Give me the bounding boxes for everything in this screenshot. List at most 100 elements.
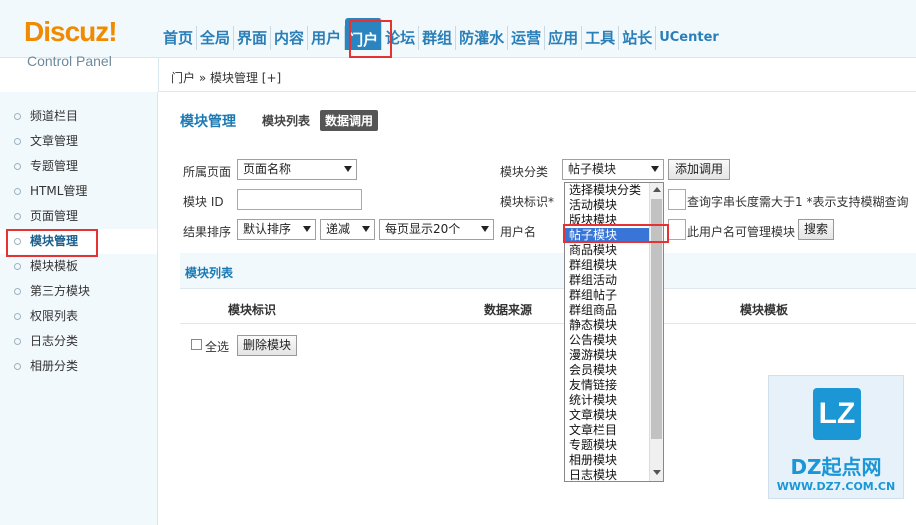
sub-tabs: 模块管理 模块列表 数据调用 (180, 110, 388, 131)
sidebar-item-4[interactable]: 页面管理 (0, 204, 157, 229)
perpage-select-value: 每页显示20个 (385, 222, 461, 236)
chevron-down-icon (344, 166, 352, 172)
nav-item-10[interactable]: 应用 (545, 26, 583, 50)
bullet-icon (14, 113, 21, 120)
sidebar-item-label: 第三方模块 (30, 284, 91, 298)
perpage-select[interactable]: 每页显示20个 (379, 219, 494, 240)
bullet-icon (14, 263, 21, 270)
sidebar-item-label: 文章管理 (30, 134, 79, 148)
category-label: 模块分类 (500, 165, 549, 179)
bullet-icon (14, 188, 21, 195)
sort-select[interactable]: 默认排序 (237, 219, 316, 240)
header: Discuz! 首页 全局 界面 内容 用户 门户 论坛 群组 防灌水 运营 应用 工具 站长 UCent… (0, 0, 916, 58)
bullet-icon (14, 163, 21, 170)
page-title: 模块管理 (180, 113, 236, 130)
col-data-source: 数据来源 (484, 303, 533, 317)
page-label: 所属页面 (183, 165, 232, 179)
sort-select-value: 默认排序 (243, 222, 292, 236)
sidebar-item-2[interactable]: 专题管理 (0, 154, 157, 179)
nav-item-12[interactable]: 站长 (619, 26, 657, 50)
top-nav: 首页 全局 界面 内容 用户 门户 论坛 群组 防灌水 运营 应用 工具 站长 UCenter (160, 18, 722, 50)
add-call-button[interactable]: 添加调用 (668, 159, 730, 180)
nav-item-2[interactable]: 界面 (234, 26, 272, 50)
bullet-icon (14, 288, 21, 295)
scroll-down-icon[interactable] (653, 470, 661, 475)
category-select[interactable]: 帖子模块 (562, 159, 664, 180)
nav-item-1[interactable]: 全局 (197, 26, 235, 50)
chevron-down-icon (481, 226, 489, 232)
id-label: 模块 ID (183, 195, 224, 209)
discuz-logo[interactable]: Discuz! (0, 0, 158, 57)
sidebar-item-label: HTML管理 (30, 184, 88, 198)
page-select[interactable]: 页面名称 (237, 159, 357, 180)
sidebar-item-label: 权限列表 (30, 309, 79, 323)
bullet-icon (14, 338, 21, 345)
watermark-logo: LZ (813, 388, 861, 440)
watermark: LZ DZ起点网 WWW.DZ7.COM.CN (768, 375, 904, 499)
user-input[interactable] (668, 219, 686, 240)
select-all-label: 全选 (205, 340, 230, 354)
sidebar-item-label: 相册分类 (30, 359, 79, 373)
sidebar-item-label: 频道栏目 (30, 109, 79, 123)
sidebar-item-8[interactable]: 权限列表 (0, 304, 157, 329)
select-all-checkbox[interactable] (191, 339, 202, 350)
nav-item-4[interactable]: 用户 (308, 26, 346, 50)
brand-name: Discuz! (24, 16, 118, 47)
sidebar-item-3[interactable]: HTML管理 (0, 179, 157, 204)
sidebar-item-10[interactable]: 相册分类 (0, 354, 157, 379)
nav-item-8[interactable]: 防灌水 (456, 26, 509, 50)
nav-item-3[interactable]: 内容 (271, 26, 309, 50)
tab-module-list[interactable]: 模块列表 (262, 112, 310, 129)
sidebar-item-6[interactable]: 模块模板 (0, 254, 157, 279)
user-hint: 此用户名可管理模块 (687, 225, 796, 239)
delete-module-button[interactable]: 删除模块 (237, 335, 297, 356)
sidebar-item-label: 专题管理 (30, 159, 79, 173)
table-divider (180, 323, 916, 324)
order-select-value: 递减 (326, 222, 351, 236)
nav-item-11[interactable]: 工具 (582, 26, 620, 50)
search-hint: 查询字串长度需大于1 *表示支持模糊查询 (687, 195, 909, 209)
nav-item-9[interactable]: 运营 (508, 26, 546, 50)
sidebar-item-label: 模块模板 (30, 259, 79, 273)
category-select-value: 帖子模块 (568, 162, 617, 176)
user-label: 用户名 (500, 225, 537, 239)
chevron-down-icon (651, 166, 659, 172)
bullet-icon (14, 363, 21, 370)
chevron-down-icon (362, 226, 370, 232)
sidebar-item-1[interactable]: 文章管理 (0, 129, 157, 154)
bullet-icon (14, 313, 21, 320)
mark-label: 模块标识* (500, 195, 555, 209)
sort-label: 结果排序 (183, 225, 232, 239)
watermark-url: WWW.DZ7.COM.CN (776, 480, 896, 493)
search-button[interactable]: 搜索 (798, 219, 834, 240)
chevron-down-icon (303, 226, 311, 232)
module-list-title: 模块列表 (185, 266, 234, 280)
sidebar: 频道栏目 文章管理 专题管理 HTML管理 页面管理 模块管理 模块模板 第三方模块 权限列表日… (0, 92, 158, 525)
brand-subtitle: Control Panel (27, 53, 112, 69)
col-module-mark: 模块标识 (228, 303, 277, 317)
sidebar-item-9[interactable]: 日志分类 (0, 329, 157, 354)
sidebar-item-7[interactable]: 第三方模块 (0, 279, 157, 304)
module-id-input[interactable] (237, 189, 362, 210)
nav-item-0[interactable]: 首页 (160, 26, 198, 50)
page-select-value: 页面名称 (243, 162, 292, 176)
sidebar-item-label: 日志分类 (30, 334, 79, 348)
bullet-icon (14, 138, 21, 145)
highlight-box-nav (349, 20, 392, 58)
breadcrumb: 门户 » 模块管理 [+] (171, 71, 282, 85)
breadcrumb-bar: 门户 » 模块管理 [+] (158, 58, 916, 92)
order-select[interactable]: 递减 (320, 219, 375, 240)
nav-item-7[interactable]: 群组 (419, 26, 457, 50)
bullet-icon (14, 213, 21, 220)
sidebar-item-0[interactable]: 频道栏目 (0, 104, 157, 129)
highlight-box-sidebar (6, 229, 98, 257)
module-mark-input[interactable] (668, 189, 686, 210)
tab-data-call[interactable]: 数据调用 (320, 110, 379, 131)
scroll-up-icon[interactable] (653, 187, 661, 192)
watermark-name: DZ起点网 (790, 455, 882, 479)
col-module-template: 模块模板 (740, 303, 789, 317)
nav-item-13[interactable]: UCenter (656, 26, 722, 50)
module-list-header: 模块列表 (180, 253, 916, 289)
highlight-box-dropdown (563, 224, 669, 243)
sidebar-item-label: 页面管理 (30, 209, 79, 223)
